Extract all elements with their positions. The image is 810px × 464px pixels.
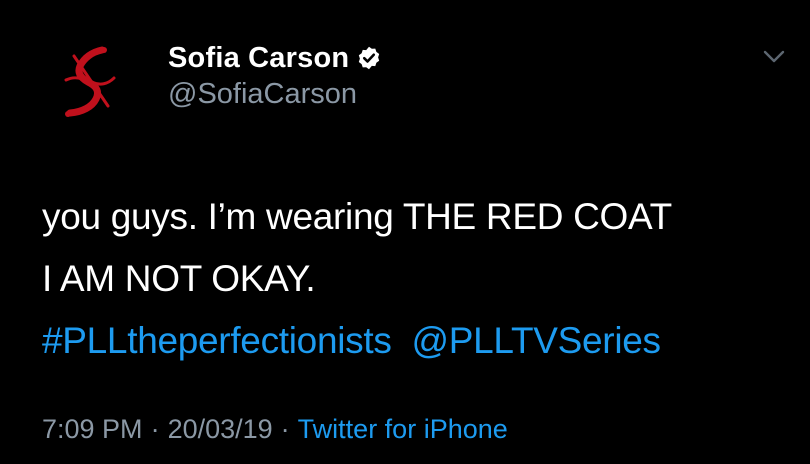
tweet-source-link[interactable]: Twitter for iPhone	[298, 414, 508, 444]
avatar[interactable]	[44, 36, 136, 128]
tweet-text-line-2: I AM NOT OKAY.	[42, 258, 316, 299]
tweet-time[interactable]: 7:09 PM	[42, 414, 143, 444]
hashtag-link[interactable]: #PLLtheperfectionists	[42, 320, 392, 361]
mention-link[interactable]: @PLLTVSeries	[412, 320, 662, 361]
red-s-monogram-icon	[44, 36, 136, 128]
tweet-text-line-1: you guys. I’m wearing THE RED COAT	[42, 196, 672, 237]
tweet-metadata: 7:09 PM · 20/03/19 · Twitter for iPhone	[42, 414, 508, 445]
tweet-text-line-3: #PLLtheperfectionists @PLLTVSeries	[42, 310, 782, 372]
tweet-date[interactable]: 20/03/19	[168, 414, 273, 444]
meta-separator-2: ·	[280, 414, 290, 444]
tweet-text: you guys. I’m wearing THE RED COAT I AM …	[42, 186, 782, 372]
author-name-row: Sofia Carson	[168, 38, 382, 78]
chevron-down-icon[interactable]	[760, 44, 788, 70]
author-handle[interactable]: @SofiaCarson	[168, 78, 357, 111]
meta-separator: ·	[150, 414, 160, 444]
verified-badge-icon	[356, 45, 382, 71]
author-display-name[interactable]: Sofia Carson	[168, 42, 349, 75]
tweet-card: Sofia Carson @SofiaCarson you guys. I’m …	[0, 0, 810, 464]
